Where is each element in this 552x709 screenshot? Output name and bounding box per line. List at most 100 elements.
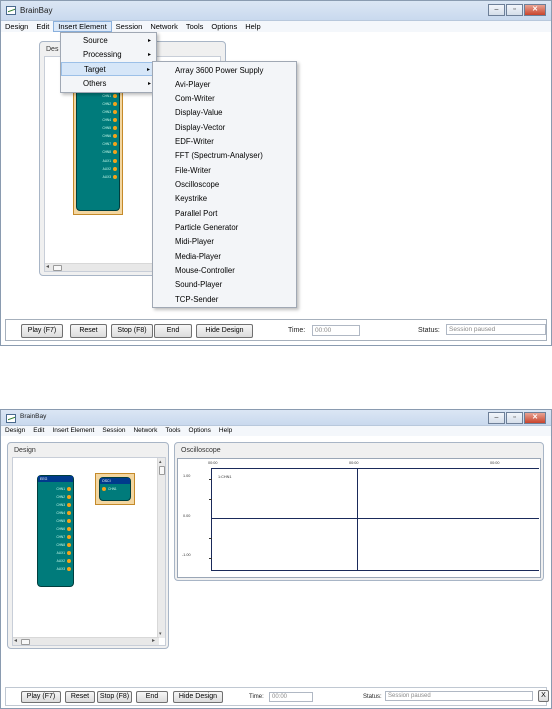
scroll-right-icon[interactable]: ▸ [152,638,155,645]
port-dot[interactable] [67,503,71,507]
menu-design[interactable]: Design [1,21,32,32]
eeg-module[interactable]: CHN1 CHN2 CHN3 CHN4 CHN5 CHN6 CHN7 CHN8 … [76,77,120,211]
port-chn3[interactable]: CHN3 [102,110,117,114]
port-chn5[interactable]: CHN5 [56,519,71,523]
port-chn4[interactable]: CHN4 [102,118,117,122]
menu-session[interactable]: Session [112,21,147,32]
design-canvas[interactable]: EEG CHN1 CHN2 CHN3 CHN4 CHN5 CHN6 CHN7 C… [12,457,166,646]
port-dot[interactable] [67,543,71,547]
port-aux3[interactable]: AUX3 [57,567,71,571]
target-item-display-vector[interactable]: Display-Vector [153,121,296,135]
target-item-edf-writer[interactable]: EDF-Writer [153,135,296,149]
port-dot[interactable] [67,567,71,571]
target-item-array-3600[interactable]: Array 3600 Power Supply [153,64,296,78]
port-dot[interactable] [113,175,117,179]
port-dot[interactable] [67,551,71,555]
target-item-sound-player[interactable]: Sound-Player [153,278,296,292]
menu-design[interactable]: Design [1,426,29,436]
minimize-button[interactable]: – [488,4,505,16]
menu-options[interactable]: Options [185,426,215,436]
target-item-tcp-sender[interactable]: TCP-Sender [153,293,296,307]
port-dot[interactable] [113,150,117,154]
hide-design-button[interactable]: Hide Design [173,691,223,703]
port-chn3[interactable]: CHN3 [56,503,71,507]
menu-item-target[interactable]: Target ▸ [61,62,156,76]
menu-session[interactable]: Session [98,426,129,436]
port-dot[interactable] [67,535,71,539]
port-chn5[interactable]: CHN5 [102,126,117,130]
reset-button[interactable]: Reset [65,691,95,703]
port-dot[interactable] [113,110,117,114]
design-vertical-scrollbar[interactable]: ▴ ▾ [157,458,165,638]
port-chn1[interactable]: CHN1 [56,487,71,491]
menu-item-others[interactable]: Others ▸ [61,77,156,91]
play-button[interactable]: Play (F7) [21,691,61,703]
port-dot[interactable] [113,94,117,98]
port-dot[interactable] [67,527,71,531]
port-dot[interactable] [113,102,117,106]
target-item-mouse-controller[interactable]: Mouse-Controller [153,264,296,278]
menu-tools[interactable]: Tools [182,21,208,32]
menu-network[interactable]: Network [146,21,182,32]
scroll-down-icon[interactable]: ▾ [159,631,162,637]
port-dot[interactable] [102,487,106,491]
play-button[interactable]: Play (F7) [21,324,63,338]
hide-design-button[interactable]: Hide Design [196,324,253,338]
port-aux3[interactable]: AUX3 [103,175,117,179]
port-chn6[interactable]: CHN6 [102,134,117,138]
close-session-button[interactable]: X [538,690,549,702]
eeg-module[interactable]: EEG CHN1 CHN2 CHN3 CHN4 CHN5 CHN6 CHN7 C… [37,475,74,587]
port-chn6[interactable]: CHN6 [56,527,71,531]
port-dot[interactable] [113,159,117,163]
scroll-thumb[interactable] [21,639,30,645]
menu-edit[interactable]: Edit [32,21,53,32]
port-dot[interactable] [67,487,71,491]
port-dot[interactable] [67,495,71,499]
oscilloscope-display[interactable]: 00:00 00:00 00:00 1.00 0.00 -1.00 1:CHN1 [177,458,541,578]
stop-button[interactable]: Stop (F8) [111,324,153,338]
target-item-midi-player[interactable]: Midi-Player [153,235,296,249]
target-item-parallel-port[interactable]: Parallel Port [153,207,296,221]
end-button[interactable]: End [154,324,192,338]
port-chn8[interactable]: CHN8 [56,543,71,547]
target-item-oscilloscope[interactable]: Oscilloscope [153,178,296,192]
scroll-up-icon[interactable]: ▴ [159,459,162,465]
menu-help[interactable]: Help [215,426,236,436]
scroll-left-icon[interactable]: ◂ [14,638,17,645]
port-chn4[interactable]: CHN4 [56,511,71,515]
menu-tools[interactable]: Tools [161,426,184,436]
menu-insert-element[interactable]: Insert Element [53,21,112,32]
port-dot[interactable] [67,511,71,515]
port-dot[interactable] [67,519,71,523]
port-chn8[interactable]: CHN8 [102,150,117,154]
scroll-thumb[interactable] [53,265,62,271]
port-chn2[interactable]: CHN2 [56,495,71,499]
target-item-file-writer[interactable]: File-Writer [153,164,296,178]
target-item-particle-generator[interactable]: Particle Generator [153,221,296,235]
port-aux1[interactable]: AUX1 [103,159,117,163]
menu-edit[interactable]: Edit [29,426,48,436]
stop-button[interactable]: Stop (F8) [97,691,132,703]
scroll-left-icon[interactable]: ◂ [46,264,49,271]
menu-options[interactable]: Options [207,21,241,32]
port-chn2[interactable]: CHN2 [102,102,117,106]
close-button[interactable]: ✕ [524,412,546,424]
port-dot[interactable] [113,134,117,138]
port-aux1[interactable]: AUX1 [57,551,71,555]
port-dot[interactable] [113,167,117,171]
port-chn1[interactable]: CHN1 [102,94,117,98]
osci-input-port[interactable]: CHN1 [102,487,117,491]
menu-insert-element[interactable]: Insert Element [48,426,98,436]
maximize-button[interactable]: ▫ [506,4,523,16]
target-item-keystrike[interactable]: Keystrike [153,192,296,206]
menu-item-processing[interactable]: Processing ▸ [61,48,156,62]
port-aux2[interactable]: AUX2 [57,559,71,563]
port-chn7[interactable]: CHN7 [102,142,117,146]
port-dot[interactable] [113,142,117,146]
design-horizontal-scrollbar[interactable]: ◂ ▸ [13,637,159,645]
osci-module[interactable]: OSCI CHN1 [99,477,131,501]
port-dot[interactable] [113,126,117,130]
reset-button[interactable]: Reset [70,324,107,338]
port-dot[interactable] [113,118,117,122]
target-item-avi-player[interactable]: Avi-Player [153,78,296,92]
